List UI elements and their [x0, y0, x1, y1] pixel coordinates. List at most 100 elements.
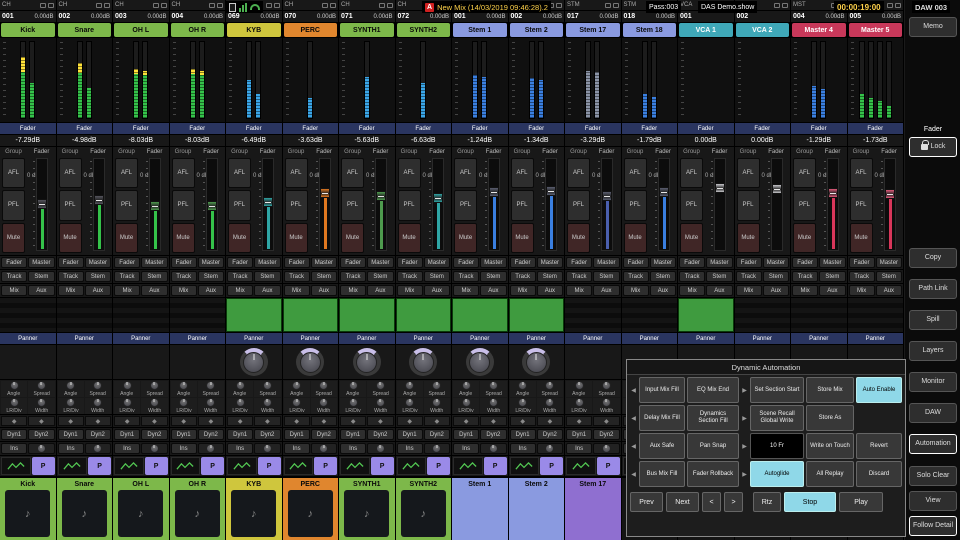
fader-mode-button[interactable]: Fader [453, 257, 479, 268]
track-button[interactable]: Track [114, 271, 140, 282]
spread-knob[interactable] [93, 381, 102, 390]
master-mode-button[interactable]: Master [706, 257, 732, 268]
fader-cap[interactable] [659, 187, 669, 197]
pfl-button[interactable]: PFL [59, 190, 82, 220]
track-button[interactable]: Track [227, 271, 253, 282]
mute-button[interactable]: Mute [398, 223, 421, 253]
afl-button[interactable]: AFL [115, 158, 138, 188]
mix-button[interactable]: Mix [679, 285, 705, 296]
master-mode-button[interactable]: Master [141, 257, 167, 268]
width-knob[interactable] [545, 398, 554, 407]
stem-button[interactable]: Stem [480, 271, 506, 282]
track-button[interactable]: Track [736, 271, 762, 282]
spread-knob[interactable] [263, 381, 272, 390]
insert-knob[interactable] [376, 444, 385, 453]
master-mode-button[interactable]: Master [763, 257, 789, 268]
dyn2-button[interactable]: Dyn2 [424, 429, 450, 440]
track-button[interactable]: Track [397, 271, 423, 282]
spread-knob[interactable] [376, 381, 385, 390]
pan-button[interactable]: P [314, 457, 337, 475]
width-knob[interactable] [37, 398, 46, 407]
insert-knob[interactable] [432, 444, 441, 453]
mix-button[interactable]: Mix [566, 285, 592, 296]
fader[interactable] [545, 158, 557, 251]
fader[interactable] [432, 158, 444, 251]
fader-mode-button[interactable]: Fader [1, 257, 27, 268]
panel-eq-mix-end-button[interactable]: EQ Mix End [687, 377, 739, 403]
channel-footer[interactable]: SYNTH1 ♪ [339, 478, 395, 540]
eq-button[interactable] [1, 457, 31, 475]
panel-delay-mix-fill-button[interactable]: Delay Mix Fill [639, 405, 685, 431]
panel-scene-recall-global-write-button[interactable]: Scene Recall Global Write [750, 405, 804, 431]
transport-stop-button[interactable]: Stop [784, 492, 836, 512]
fader-cap[interactable] [602, 191, 612, 201]
afl-button[interactable]: AFL [398, 158, 421, 188]
pan-button[interactable]: P [371, 457, 394, 475]
channel-name-button[interactable]: Kick [1, 23, 55, 37]
fader-cap[interactable] [376, 191, 386, 201]
mute-button[interactable]: Mute [285, 223, 308, 253]
fader-mode-button[interactable]: Fader [397, 257, 423, 268]
dyn2-button[interactable]: Dyn2 [593, 429, 619, 440]
fader[interactable] [93, 158, 105, 251]
mute-button[interactable]: Mute [680, 223, 703, 253]
master-mode-button[interactable]: Master [819, 257, 845, 268]
eq-button[interactable] [227, 457, 257, 475]
channel-footer[interactable]: OH L ♪ [113, 478, 169, 540]
fader-mode-button[interactable]: Fader [227, 257, 253, 268]
master-mode-button[interactable]: Master [311, 257, 337, 268]
pfl-button[interactable]: PFL [115, 190, 138, 220]
insert-knob[interactable] [263, 444, 272, 453]
channel-name-button[interactable]: Stem 17 [566, 23, 620, 37]
mix-button[interactable]: Mix [397, 285, 423, 296]
channel-footer[interactable]: Stem 1 ♪ [452, 478, 508, 540]
fill-right-arrow-icon[interactable]: ▶ [741, 433, 748, 459]
channel-name-button[interactable]: SYNTH2 [397, 23, 451, 37]
mute-button[interactable]: Mute [59, 223, 82, 253]
aux-button[interactable]: Aux [706, 285, 732, 296]
fader-cap[interactable] [207, 201, 217, 211]
pfl-button[interactable]: PFL [850, 190, 873, 220]
dyn2-button[interactable]: Dyn2 [85, 429, 111, 440]
insert-knob[interactable] [206, 444, 215, 453]
fader[interactable] [36, 158, 48, 251]
fader[interactable] [149, 158, 161, 251]
angle-knob[interactable] [179, 381, 188, 390]
fader-mode-button[interactable]: Fader [58, 257, 84, 268]
master-mode-button[interactable]: Master [28, 257, 54, 268]
afl-button[interactable]: AFL [567, 158, 590, 188]
sidebar-spill-button[interactable]: Spill [909, 310, 957, 330]
fader-mode-button[interactable]: Fader [510, 257, 536, 268]
fill-left-arrow-icon[interactable]: ◀ [630, 377, 637, 403]
track-button[interactable]: Track [679, 271, 705, 282]
master-mode-button[interactable]: Master [254, 257, 280, 268]
mix-button[interactable]: Mix [1, 285, 27, 296]
lrdiv-knob[interactable] [292, 398, 301, 407]
track-button[interactable]: Track [171, 271, 197, 282]
pan-button[interactable]: P [597, 457, 620, 475]
pfl-button[interactable]: PFL [228, 190, 251, 220]
panel-auto-enable-button[interactable]: Auto Enable [856, 377, 902, 403]
mix-button[interactable]: Mix [340, 285, 366, 296]
fader-cap[interactable] [828, 188, 838, 198]
meter-icon[interactable] [239, 3, 247, 12]
angle-knob[interactable] [10, 381, 19, 390]
afl-button[interactable]: AFL [850, 158, 873, 188]
spread-knob[interactable] [432, 381, 441, 390]
aux-button[interactable]: Aux [311, 285, 337, 296]
fader-cap[interactable] [433, 193, 443, 203]
channel-name-button[interactable]: VCA 2 [736, 23, 790, 37]
spread-knob[interactable] [602, 381, 611, 390]
channel-name-button[interactable]: VCA 1 [679, 23, 733, 37]
sidebar-view-button[interactable]: View [909, 491, 957, 511]
insert-knob[interactable] [37, 444, 46, 453]
stem-button[interactable]: Stem [141, 271, 167, 282]
pfl-button[interactable]: PFL [793, 190, 816, 220]
sidebar-solo-clear-button[interactable]: Solo Clear [909, 466, 957, 486]
track-button[interactable]: Track [340, 271, 366, 282]
fader-cap[interactable] [489, 187, 499, 197]
fader[interactable] [714, 158, 726, 251]
aux-button[interactable]: Aux [763, 285, 789, 296]
channel-footer[interactable]: SYNTH2 ♪ [396, 478, 452, 540]
panel-revert-button[interactable]: Revert [856, 433, 902, 459]
